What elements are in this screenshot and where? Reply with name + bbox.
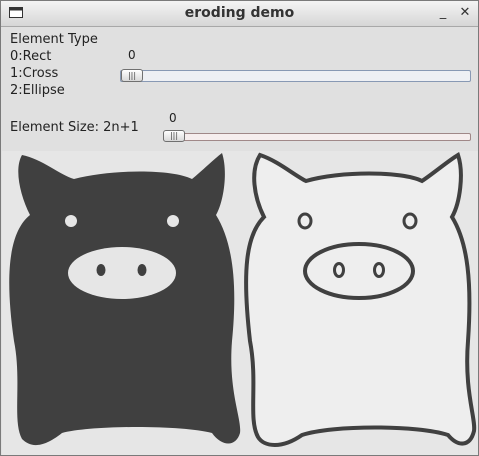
trackbar-panel: Element Type 0:Rect 1:Cross 2:Ellipse 0 … — [1, 27, 478, 151]
outline-pig-image — [244, 152, 477, 447]
filled-pig-image — [9, 153, 241, 446]
element-type-value: 0 — [128, 48, 136, 62]
element-size-slider[interactable] — [163, 133, 471, 141]
image-display — [2, 151, 478, 455]
title-bar[interactable]: eroding demo _ ✕ — [1, 1, 478, 27]
element-size-value: 0 — [169, 111, 177, 125]
element-size-slider-handle[interactable]: ||| — [163, 130, 185, 142]
element-type-slider[interactable] — [120, 70, 471, 82]
app-window: eroding demo _ ✕ Element Type 0:Rect 1:C… — [0, 0, 479, 456]
element-type-slider-handle[interactable]: ||| — [121, 69, 143, 82]
element-type-label-line3: 1:Cross — [10, 66, 59, 81]
minimize-button[interactable]: _ — [434, 4, 452, 22]
element-size-label: Element Size: 2n+1 — [10, 120, 139, 135]
window-title: eroding demo — [184, 5, 295, 21]
element-type-label-line4: 2:Ellipse — [10, 83, 65, 98]
close-button[interactable]: ✕ — [456, 4, 474, 22]
element-type-label-line2: 0:Rect — [10, 49, 52, 64]
element-type-label-line1: Element Type — [10, 32, 98, 47]
